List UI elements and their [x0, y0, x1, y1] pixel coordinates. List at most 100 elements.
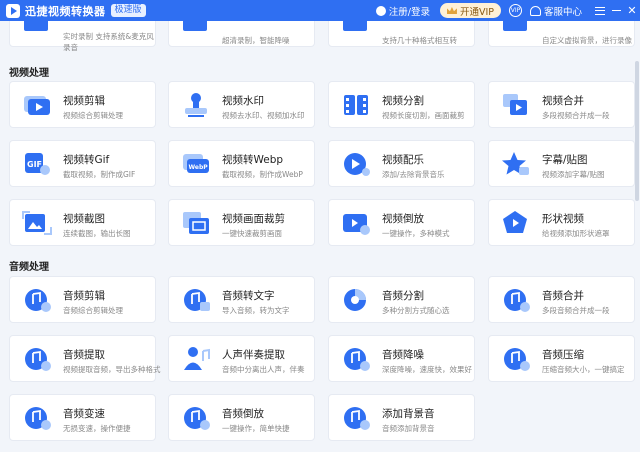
tool-card-video-webp[interactable]: WebP 视频转Webp 截取视频，制作成WebP	[168, 140, 315, 187]
tool-card-video-music[interactable]: 视频配乐 添加/去除背景音乐	[328, 140, 475, 187]
menu-button[interactable]	[592, 0, 608, 21]
close-button[interactable]: ✕	[624, 0, 640, 21]
crop-icon	[183, 212, 209, 234]
speed-icon	[25, 407, 51, 430]
tool-card-subtitle[interactable]: 字幕/贴图 视频添加字幕/贴图	[488, 140, 635, 187]
gif-icon: GIF	[25, 153, 50, 175]
crown-icon	[446, 7, 457, 14]
audio-cut-icon	[25, 289, 51, 312]
reverse-icon	[343, 214, 370, 235]
tool-card[interactable]: 超清录制，智能降噪	[168, 21, 315, 47]
tool-name: 视频分割	[382, 95, 424, 107]
tool-desc: 压缩音频大小，一键搞定	[542, 365, 625, 374]
tool-card-audio-reverse[interactable]: 音频倒放 一键操作，简单快捷	[168, 394, 315, 441]
svg-text:GIF: GIF	[27, 160, 42, 169]
tool-card-audio-denoise[interactable]: 音频降噪 深度降噪，速度快，效果好	[328, 335, 475, 382]
tool-name: 视频截图	[63, 213, 105, 225]
merge-icon	[503, 94, 527, 115]
tool-desc: 视频提取音频，导出多种格式	[63, 365, 161, 374]
tool-name: 音频剪辑	[63, 290, 105, 302]
tool-name: 音频变速	[63, 408, 105, 420]
minimize-button[interactable]	[608, 0, 624, 21]
tool-name: 字幕/贴图	[542, 154, 588, 166]
tool-card-video-crop[interactable]: 视频画面裁剪 一键快速裁剪画面	[168, 199, 315, 246]
screen-record-icon	[24, 21, 48, 31]
tool-card[interactable]: 实时录制 支持系统&麦克风 录音	[9, 21, 156, 52]
minimize-icon	[611, 9, 621, 12]
shape-icon	[503, 211, 527, 233]
tool-card-add-bg-music[interactable]: 添加背景音 音频添加背景音	[328, 394, 475, 441]
tool-desc: 添加/去除背景音乐	[382, 170, 445, 179]
format-convert-icon	[343, 21, 367, 31]
app-title: 迅捷视频转换器	[25, 4, 106, 18]
film-split-icon	[344, 95, 368, 115]
denoise-icon	[344, 348, 370, 371]
tool-desc: 音频中分离出人声，伴奏	[222, 365, 305, 374]
audio-extract-icon	[25, 348, 51, 371]
tool-name: 视频合并	[542, 95, 584, 107]
tool-desc: 截取视频，制作成GIF	[63, 170, 136, 179]
tool-desc: 视频长度切割，画面裁剪	[382, 111, 465, 120]
service-center-link[interactable]: 客服中心	[529, 4, 582, 18]
menu-icon	[595, 6, 605, 15]
tool-card-shape-video[interactable]: 形状视频 给视频添加形状遮罩	[488, 199, 635, 246]
section-title-audio: 音频处理	[9, 262, 49, 273]
vocal-icon	[184, 347, 210, 370]
tool-card-audio-edit[interactable]: 音频剪辑 音频综合剪辑处理	[9, 276, 156, 323]
star-sticker-icon	[502, 152, 529, 175]
scissors-film-icon	[24, 96, 50, 115]
section-title-video: 视频处理	[9, 68, 49, 79]
login-link[interactable]: 注册/登录	[375, 4, 430, 18]
user-icon	[375, 5, 386, 16]
tool-card-audio-compress[interactable]: 音频压缩 压缩音频大小，一键搞定	[488, 335, 635, 382]
tool-desc: 给视频添加形状遮罩	[542, 229, 610, 238]
tool-desc: 视频综合剪辑处理	[63, 111, 123, 120]
tool-name: 音频压缩	[542, 349, 584, 361]
headset-icon	[529, 5, 541, 16]
tool-card[interactable]: 自定义虚拟背景，进行录像	[488, 21, 635, 47]
tool-card-video-reverse[interactable]: 视频倒放 一键操作，多种模式	[328, 199, 475, 246]
main-content: 实时录制 支持系统&麦克风 录音 超清录制，智能降噪 支持几十种格式相互转 自定…	[0, 21, 640, 452]
vip-icon[interactable]: VIP	[508, 4, 522, 17]
tool-card[interactable]: 支持几十种格式相互转	[328, 21, 475, 47]
scrollbar[interactable]	[635, 61, 639, 201]
edition-badge: 极速版	[110, 4, 146, 17]
login-label: 注册/登录	[388, 6, 430, 18]
tool-card-video-merge[interactable]: 视频合并 多段视频合并成一段	[488, 81, 635, 128]
webp-icon: WebP	[183, 154, 209, 173]
tool-desc: 视频去水印、视频加水印	[222, 111, 305, 120]
tool-card-audio-extract[interactable]: 音频提取 视频提取音频，导出多种格式	[9, 335, 161, 382]
bg-music-icon	[344, 407, 370, 430]
vip-label: 开通VIP	[459, 6, 494, 18]
tool-card-video-watermark[interactable]: 视频水印 视频去水印、视频加水印	[168, 81, 315, 128]
tool-card-audio-split[interactable]: 音频分割 多种分割方式随心选	[328, 276, 475, 323]
audio-merge-icon	[504, 289, 530, 312]
service-label: 客服中心	[543, 6, 582, 18]
tool-card-audio-to-text[interactable]: 音频转文字 导入音频，转为文字	[168, 276, 315, 323]
tool-desc: 自定义虚拟背景，进行录像	[542, 36, 632, 45]
tool-card-vocal-extract[interactable]: 人声伴奏提取 音频中分离出人声，伴奏	[168, 335, 315, 382]
tool-name: 视频剪辑	[63, 95, 105, 107]
open-vip-button[interactable]: 开通VIP	[439, 3, 501, 18]
tool-desc: 导入音频，转为文字	[222, 306, 290, 315]
tool-desc: 录音	[63, 43, 78, 52]
tool-card-video-split[interactable]: 视频分割 视频长度切割，画面裁剪	[328, 81, 475, 128]
tool-card-audio-merge[interactable]: 音频合并 多段音频合并成一段	[488, 276, 635, 323]
tool-card-video-screenshot[interactable]: 视频截图 连续截图，输出长图	[9, 199, 156, 246]
tool-desc: 一键操作，简单快捷	[222, 424, 290, 433]
title-bar: 迅捷视频转换器 极速版 注册/登录 开通VIP VIP 客服中心 ✕	[0, 0, 640, 21]
tool-desc: 超清录制，智能降噪	[222, 36, 290, 45]
tool-name: 音频合并	[542, 290, 584, 302]
tool-desc: 连续截图，输出长图	[63, 229, 131, 238]
tool-desc: 视频添加字幕/贴图	[542, 170, 605, 179]
tool-card-audio-speed[interactable]: 音频变速 无损变速，操作便捷	[9, 394, 156, 441]
tool-card-video-edit[interactable]: 视频剪辑 视频综合剪辑处理	[9, 81, 156, 128]
tool-card-video-gif[interactable]: GIF 视频转Gif 截取视频，制作成GIF	[9, 140, 156, 187]
screenshot-icon	[22, 211, 52, 235]
tool-name: 视频转Webp	[222, 154, 284, 166]
tool-desc: 音频添加背景音	[382, 424, 435, 433]
tool-name: 添加背景音	[382, 408, 435, 420]
tool-name: 人声伴奏提取	[222, 349, 285, 361]
stamp-icon	[185, 93, 207, 117]
tool-name: 音频提取	[63, 349, 105, 361]
